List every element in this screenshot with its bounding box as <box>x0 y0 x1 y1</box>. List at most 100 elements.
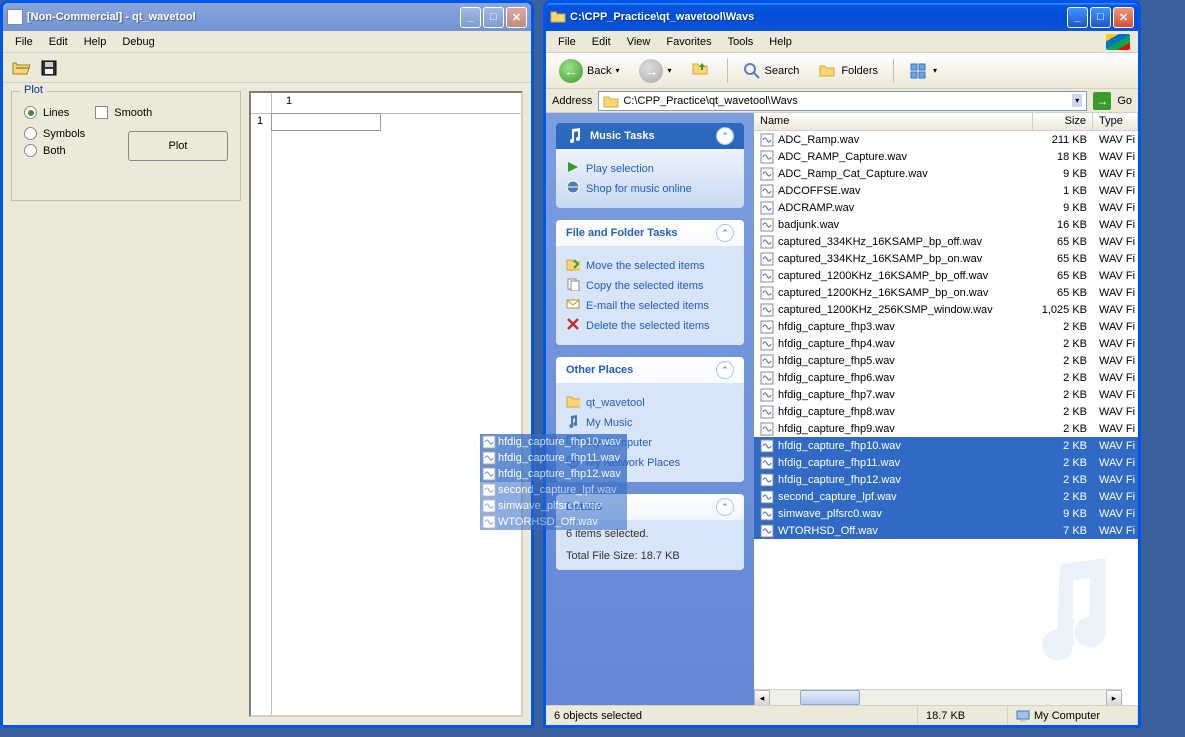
menu-file[interactable]: File <box>550 34 584 50</box>
file-row[interactable]: hfdig_capture_fhp4.wav2 KBWAV Fi <box>754 335 1138 352</box>
col-type-header[interactable]: Type <box>1093 113 1138 130</box>
chevron-down-icon[interactable]: ▾ <box>933 66 937 75</box>
file-row[interactable]: ADC_Ramp.wav211 KBWAV Fi <box>754 131 1138 148</box>
file-row[interactable]: ADC_Ramp_Cat_Capture.wav9 KBWAV Fi <box>754 165 1138 182</box>
plot-canvas[interactable]: 1 1 <box>249 91 523 717</box>
wav-file-icon <box>760 320 774 334</box>
open-button[interactable] <box>9 56 33 80</box>
col-name-header[interactable]: Name <box>754 113 1033 130</box>
both-radio[interactable] <box>24 144 37 157</box>
grid-cell-editor[interactable] <box>271 113 381 131</box>
minimize-button[interactable]: _ <box>460 7 481 28</box>
menu-favorites[interactable]: Favorites <box>658 34 719 50</box>
file-row[interactable]: WTORHSD_Off.wav7 KBWAV Fi <box>754 522 1138 539</box>
lines-radio[interactable] <box>24 106 37 119</box>
file-row[interactable]: simwave_plfsrc0.wav9 KBWAV Fi <box>754 505 1138 522</box>
file-row[interactable]: second_capture_lpf.wav2 KBWAV Fi <box>754 488 1138 505</box>
wav-file-icon <box>760 439 774 453</box>
minimize-button[interactable]: _ <box>1067 7 1088 28</box>
chevron-down-icon[interactable]: ▾ <box>1072 94 1082 107</box>
wav-file-icon <box>760 184 774 198</box>
task-link[interactable]: My Music <box>566 414 734 431</box>
file-row[interactable]: ADCRAMP.wav9 KBWAV Fi <box>754 199 1138 216</box>
horizontal-scrollbar[interactable]: ◂ ▸ <box>754 689 1122 705</box>
menu-view[interactable]: View <box>619 34 659 50</box>
status-zone: My Computer <box>1008 706 1138 725</box>
menu-help[interactable]: Help <box>761 34 800 50</box>
search-label: Search <box>765 65 800 77</box>
menu-debug[interactable]: Debug <box>114 34 162 50</box>
task-link[interactable]: Copy the selected items <box>566 277 734 294</box>
task-link[interactable]: Play selection <box>566 160 734 177</box>
file-row[interactable]: captured_334KHz_16KSAMP_bp_off.wav65 KBW… <box>754 233 1138 250</box>
scrollbar-track[interactable] <box>770 690 1106 705</box>
task-link[interactable]: Delete the selected items <box>566 317 734 334</box>
task-link[interactable]: qt_wavetool <box>566 394 734 411</box>
file-row[interactable]: ADC_RAMP_Capture.wav18 KBWAV Fi <box>754 148 1138 165</box>
task-icon <box>566 180 580 197</box>
menu-edit[interactable]: Edit <box>584 34 619 50</box>
task-icon <box>566 257 580 274</box>
collapse-button[interactable]: ⌃ <box>716 498 734 516</box>
file-row[interactable]: hfdig_capture_fhp7.wav2 KBWAV Fi <box>754 386 1138 403</box>
go-button[interactable]: → <box>1093 92 1111 110</box>
wav-file-icon <box>760 388 774 402</box>
menu-help[interactable]: Help <box>76 34 115 50</box>
chevron-down-icon[interactable]: ▾ <box>615 66 619 75</box>
file-row[interactable]: captured_1200KHz_256KSMP_window.wav1,025… <box>754 301 1138 318</box>
folders-button[interactable]: Folders <box>812 58 885 84</box>
smooth-checkbox[interactable] <box>95 106 108 119</box>
collapse-button[interactable]: ⌃ <box>716 127 734 145</box>
file-row[interactable]: hfdig_capture_fhp12.wav2 KBWAV Fi <box>754 471 1138 488</box>
file-row[interactable]: hfdig_capture_fhp3.wav2 KBWAV Fi <box>754 318 1138 335</box>
menu-file[interactable]: File <box>7 34 41 50</box>
file-row[interactable]: hfdig_capture_fhp5.wav2 KBWAV Fi <box>754 352 1138 369</box>
close-button[interactable]: ✕ <box>1113 7 1134 28</box>
wav-file-icon <box>760 286 774 300</box>
file-row[interactable]: captured_334KHz_16KSAMP_bp_on.wav65 KBWA… <box>754 250 1138 267</box>
scrollbar-thumb[interactable] <box>800 690 860 705</box>
address-input[interactable]: C:\CPP_Practice\qt_wavetool\Wavs ▾ <box>598 91 1087 111</box>
file-row[interactable]: hfdig_capture_fhp10.wav2 KBWAV Fi <box>754 437 1138 454</box>
file-row[interactable]: hfdig_capture_fhp9.wav2 KBWAV Fi <box>754 420 1138 437</box>
file-row[interactable]: badjunk.wav16 KBWAV Fi <box>754 216 1138 233</box>
folder-up-icon <box>692 61 712 81</box>
close-button[interactable]: ✕ <box>506 7 527 28</box>
file-row[interactable]: captured_1200KHz_16KSAMP_bp_on.wav65 KBW… <box>754 284 1138 301</box>
list-rows[interactable]: ADC_Ramp.wav211 KBWAV FiADC_RAMP_Capture… <box>754 131 1138 705</box>
go-label: Go <box>1117 95 1132 107</box>
file-row[interactable]: hfdig_capture_fhp8.wav2 KBWAV Fi <box>754 403 1138 420</box>
scroll-right-button[interactable]: ▸ <box>1106 690 1122 705</box>
scroll-left-button[interactable]: ◂ <box>754 690 770 705</box>
lines-label: Lines <box>43 107 69 119</box>
file-row[interactable]: hfdig_capture_fhp11.wav2 KBWAV Fi <box>754 454 1138 471</box>
app-icon <box>7 9 23 25</box>
chevron-down-icon[interactable]: ▾ <box>667 66 671 75</box>
search-button[interactable]: Search <box>736 58 807 84</box>
plot-button[interactable]: Plot <box>128 131 228 161</box>
file-row[interactable]: ADCOFFSE.wav1 KBWAV Fi <box>754 182 1138 199</box>
symbols-radio[interactable] <box>24 127 37 140</box>
back-button[interactable]: ← Back ▾ <box>552 58 626 84</box>
file-row[interactable]: captured_1200KHz_16KSAMP_bp_off.wav65 KB… <box>754 267 1138 284</box>
task-link[interactable]: Shop for music online <box>566 180 734 197</box>
views-button[interactable]: ▾ <box>902 58 944 84</box>
menu-tools[interactable]: Tools <box>720 34 762 50</box>
file-row[interactable]: hfdig_capture_fhp6.wav2 KBWAV Fi <box>754 369 1138 386</box>
titlebar[interactable]: C:\CPP_Practice\qt_wavetool\Wavs _ □ ✕ <box>546 3 1138 31</box>
collapse-button[interactable]: ⌃ <box>716 361 734 379</box>
forward-button[interactable]: → ▾ <box>632 58 678 84</box>
task-link[interactable]: Move the selected items <box>566 257 734 274</box>
wav-file-icon <box>760 167 774 181</box>
up-button[interactable] <box>685 58 719 84</box>
drag-ghost-item: hfdig_capture_fhp11.wav <box>480 450 627 466</box>
col-size-header[interactable]: Size <box>1033 113 1093 130</box>
maximize-button[interactable]: □ <box>483 7 504 28</box>
menu-edit[interactable]: Edit <box>41 34 76 50</box>
save-button[interactable] <box>37 56 61 80</box>
collapse-button[interactable]: ⌃ <box>716 224 734 242</box>
maximize-button[interactable]: □ <box>1090 7 1111 28</box>
wav-file-icon <box>760 303 774 317</box>
titlebar[interactable]: [Non-Commercial] - qt_wavetool _ □ ✕ <box>3 3 531 31</box>
task-link[interactable]: E-mail the selected items <box>566 297 734 314</box>
